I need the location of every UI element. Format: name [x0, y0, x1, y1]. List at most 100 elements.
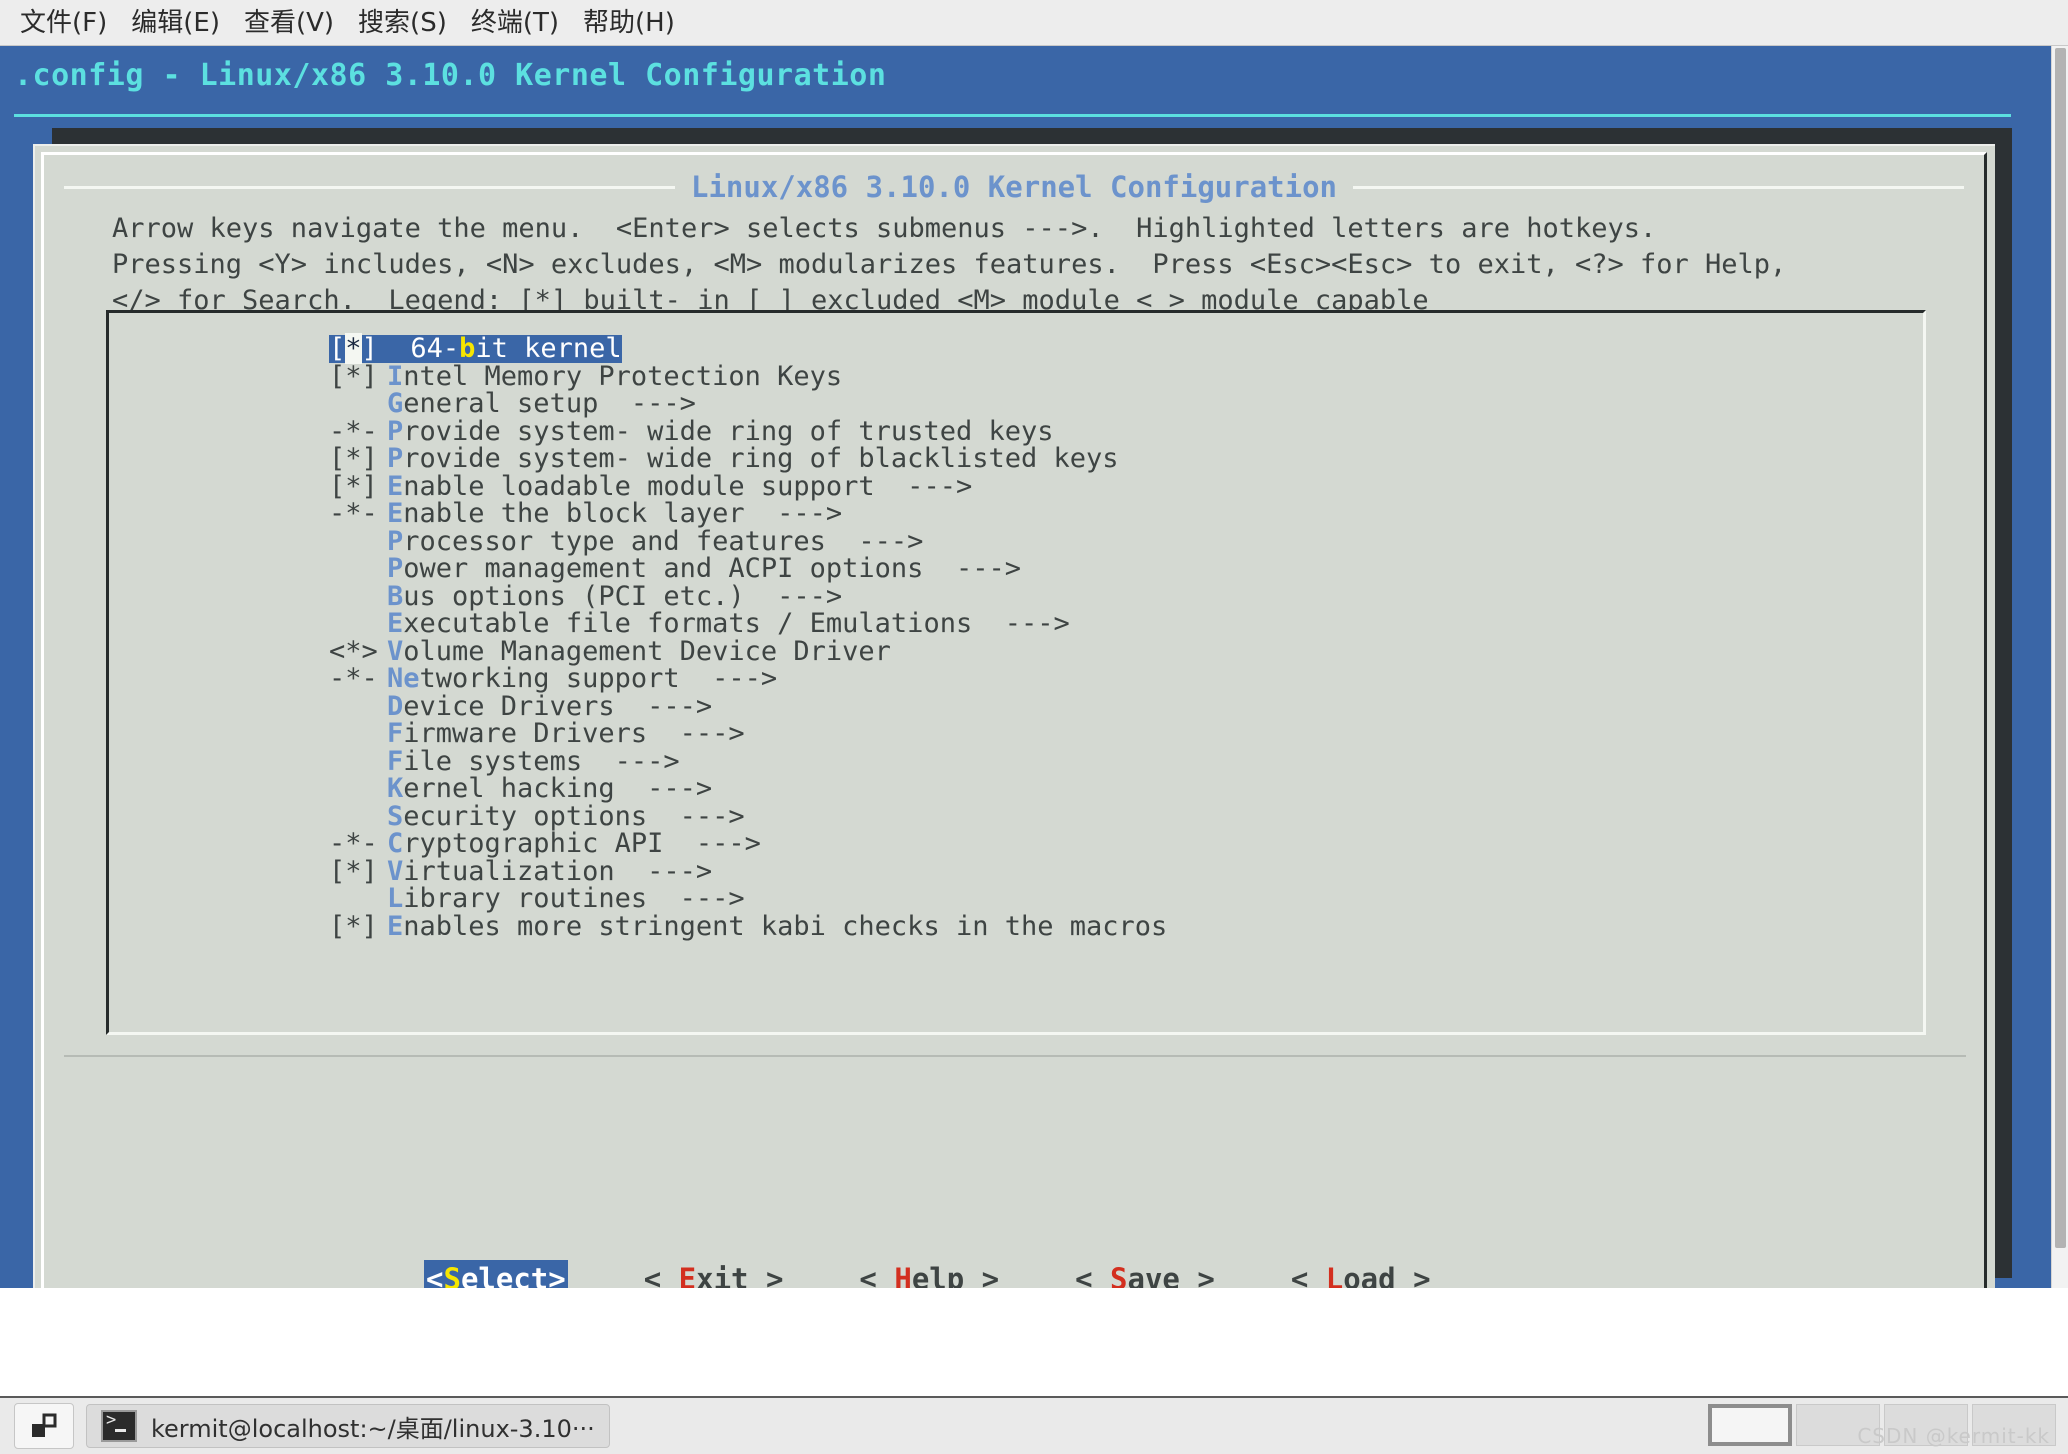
save-button[interactable]: < Save >	[1075, 1260, 1215, 1289]
dialog-help-text: Arrow keys navigate the menu. <Enter> se…	[112, 211, 1982, 319]
menu-item-tag	[329, 528, 387, 556]
menu-item-tag: -*-	[329, 828, 378, 859]
menu-item-label: Enable the block layer --->	[387, 498, 843, 529]
help-line-1: Arrow keys navigate the menu. <Enter> se…	[112, 213, 1657, 244]
menu-item-label: Power management and ACPI options --->	[387, 553, 1021, 584]
menu-list: [*] 64-bit kernel [*] Intel Memory Protect…	[109, 333, 1923, 942]
menu-item[interactable]: Library routines --->	[109, 885, 1923, 913]
menu-item[interactable]: [*] 64-bit kernel	[109, 333, 1923, 364]
load-button[interactable]: < Load >	[1291, 1260, 1431, 1289]
menu-search[interactable]: 搜索(S)	[346, 8, 459, 38]
menu-item-label: Kernel hacking --->	[387, 773, 713, 804]
button-bar: <Select> < Exit > < Help > < Save > < Load >	[424, 1260, 1507, 1288]
select-button[interactable]: <Select>	[424, 1260, 568, 1288]
terminal-scrollbar[interactable]	[2051, 46, 2068, 1288]
menu-item-label: Bus options (PCI etc.) --->	[387, 580, 843, 612]
menu-item[interactable]: [*] Provide system- wide ring of blacklis…	[109, 445, 1923, 473]
menu-item[interactable]: -*- Cryptographic API --->	[109, 830, 1923, 858]
menu-view[interactable]: 查看(V)	[232, 8, 346, 38]
menu-item[interactable]: Security options --->	[109, 800, 1923, 832]
menu-item[interactable]: Firmware Drivers --->	[109, 720, 1923, 748]
heading-rule-right	[1353, 185, 1965, 189]
menu-item-label: File systems --->	[387, 745, 680, 777]
taskbar-task-terminal[interactable]: kermit@localhost:~/桌面/linux-3.10···	[86, 1404, 610, 1448]
menu-item[interactable]: Executable file formats / Emulations ---…	[109, 610, 1923, 638]
menu-item[interactable]: Power management and ACPI options --->	[109, 555, 1923, 583]
menu-item-label: Provide system- wide ring of blacklisted…	[387, 443, 1119, 474]
menu-item-label: Virtualization --->	[387, 855, 713, 887]
menu-item-tag: [*]	[329, 855, 378, 887]
menu-item-label: Enable loadable module support --->	[387, 470, 973, 502]
menu-item[interactable]: -*- Networking support --->	[109, 665, 1923, 693]
menu-item[interactable]: Bus options (PCI etc.) --->	[109, 580, 1923, 612]
menu-item-tag	[329, 803, 387, 831]
menu-item[interactable]: -*- Provide system- wide ring of trusted …	[109, 415, 1923, 447]
help-line-2: Pressing <Y> includes, <N> excludes, <M>…	[112, 249, 1787, 280]
dialog-heading: Linux/x86 3.10.0 Kernel Configuration	[691, 169, 1338, 204]
menu-item-tag: [*]	[329, 360, 378, 392]
menubar: 文件(F) 编辑(E) 查看(V) 搜索(S) 终端(T) 帮助(H)	[0, 0, 2068, 46]
menu-item-tag	[329, 693, 387, 721]
menu-item[interactable]: Processor type and features --->	[109, 525, 1923, 557]
terminal-content: .config - Linux/x86 3.10.0 Kernel Config…	[0, 46, 2051, 1288]
menu-item-label: Intel Memory Protection Keys	[387, 360, 843, 392]
menu-item-label: Security options --->	[387, 800, 745, 832]
menu-box[interactable]: [*] 64-bit kernel [*] Intel Memory Protect…	[106, 310, 1926, 1035]
watermark: CSDN @kermit-kk	[1857, 1424, 2050, 1448]
menu-item-tag: [*]	[329, 470, 378, 502]
dialog-heading-row: Linux/x86 3.10.0 Kernel Configuration	[64, 167, 1965, 207]
menu-item-tag	[329, 720, 387, 748]
exit-button[interactable]: < Exit >	[644, 1260, 784, 1289]
menu-item-tag: <*>	[329, 635, 378, 667]
menu-item-label: Cryptographic API --->	[387, 828, 761, 859]
menu-file[interactable]: 文件(F)	[8, 8, 119, 38]
terminal-title-rule	[14, 114, 2011, 117]
menu-item[interactable]: [*] Intel Memory Protection Keys	[109, 360, 1923, 392]
desktop-background	[0, 1358, 2068, 1396]
heading-rule-left	[64, 185, 675, 189]
windows-overlap-icon	[32, 1413, 57, 1437]
terminal-title-line: .config - Linux/x86 3.10.0 Kernel Config…	[14, 58, 887, 93]
terminal-window: 文件(F) 编辑(E) 查看(V) 搜索(S) 终端(T) 帮助(H) .con…	[0, 0, 2068, 1358]
menu-item[interactable]: Kernel hacking --->	[109, 775, 1923, 803]
menu-item-label: Provide system- wide ring of trusted key…	[387, 415, 1054, 447]
menu-item[interactable]: File systems --->	[109, 745, 1923, 777]
menu-item-label: Device Drivers --->	[387, 690, 713, 722]
menu-item-tag: -*-	[329, 498, 378, 529]
menu-item-tag: [*]	[329, 443, 378, 474]
menu-item[interactable]: <*> Volume Management Device Driver	[109, 635, 1923, 667]
menu-item-tag	[329, 775, 387, 803]
taskbar-task-label: kermit@localhost:~/桌面/linux-3.10···	[151, 1414, 595, 1443]
menu-item[interactable]: General setup --->	[109, 390, 1923, 418]
menu-item-label: Firmware Drivers --->	[387, 718, 745, 749]
show-desktop-icon[interactable]	[14, 1403, 74, 1449]
menu-edit[interactable]: 编辑(E)	[119, 8, 232, 38]
workspace-cell[interactable]	[1708, 1404, 1792, 1446]
terminal-icon	[101, 1410, 137, 1442]
menu-item[interactable]: -*- Enable the block layer --->	[109, 500, 1923, 528]
menu-item-tag	[329, 390, 387, 418]
menu-item[interactable]: [*] Enables more stringent kabi checks in…	[109, 910, 1923, 942]
menu-item-label: General setup --->	[387, 388, 696, 419]
menu-help[interactable]: 帮助(H)	[571, 8, 687, 38]
menu-item-tag	[329, 583, 387, 611]
menu-item-label: 64-bit kernel	[377, 335, 622, 363]
menu-item-label: Networking support --->	[387, 663, 778, 694]
menu-item-tag: [*]	[329, 910, 378, 942]
menu-item[interactable]: [*] Virtualization --->	[109, 855, 1923, 887]
menu-item-tag	[329, 885, 387, 913]
menu-item-label: Enables more stringent kabi checks in th…	[387, 910, 1168, 942]
terminal-scrollbar-thumb[interactable]	[2055, 48, 2066, 1248]
menu-item-tag	[329, 610, 387, 638]
menu-item[interactable]: Device Drivers --->	[109, 690, 1923, 722]
menu-item-label: Processor type and features --->	[387, 525, 924, 557]
menu-item-label: Library routines --->	[387, 883, 745, 914]
menuconfig-dialog: Linux/x86 3.10.0 Kernel Configuration Ar…	[33, 144, 1995, 1288]
menu-item-tag: [*]	[329, 333, 378, 364]
menu-item[interactable]: [*] Enable loadable module support --->	[109, 470, 1923, 502]
dialog-frame: Linux/x86 3.10.0 Kernel Configuration Ar…	[41, 152, 1987, 1288]
menu-item-tag: -*-	[329, 415, 378, 447]
help-button[interactable]: < Help >	[859, 1260, 999, 1289]
menu-item-tag	[329, 748, 387, 776]
menu-terminal[interactable]: 终端(T)	[459, 8, 571, 38]
